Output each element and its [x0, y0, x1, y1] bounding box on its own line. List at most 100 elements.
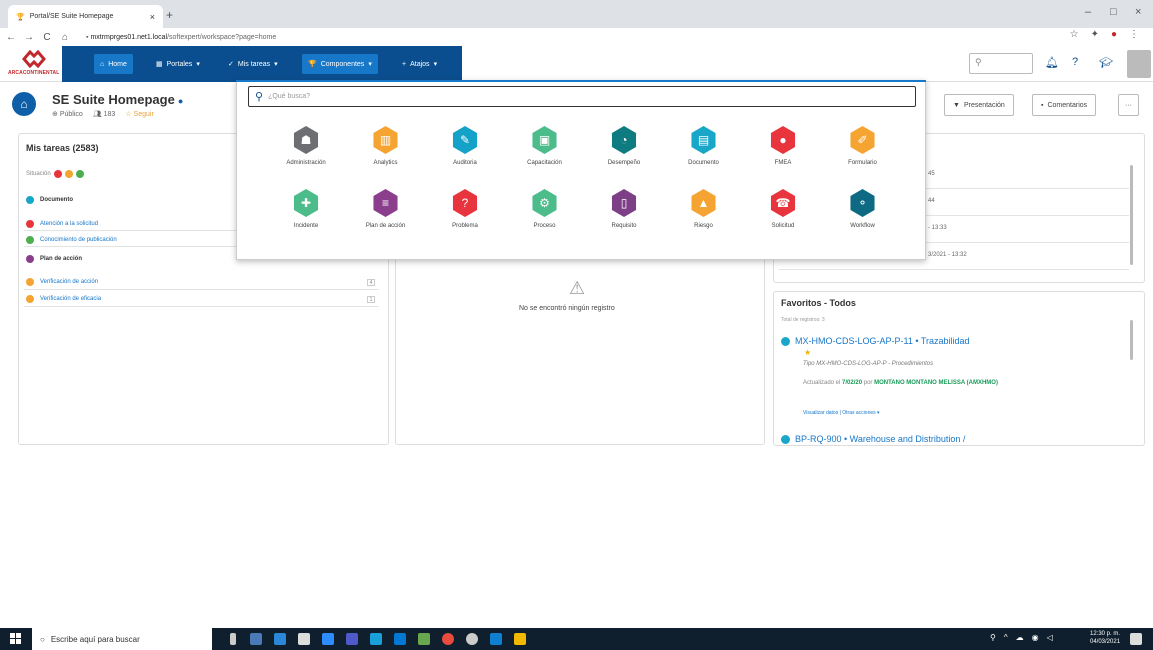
module-requirement[interactable]: ▯ Requisito [582, 189, 666, 229]
task-verificacion-accion[interactable]: Verificación de acción [26, 278, 98, 286]
scrollbar[interactable] [1130, 165, 1133, 265]
star-icon[interactable]: ★ [804, 348, 811, 357]
nav-home[interactable]: ⌂ Home [94, 54, 133, 74]
arca-logo[interactable]: ARCACONTINENTAL [8, 48, 59, 80]
action-plan-icon [26, 255, 34, 263]
module-process[interactable]: ⚙ Proceso [503, 189, 587, 229]
chevron-up-icon[interactable]: ^ [1004, 633, 1008, 642]
divider [24, 289, 379, 290]
module-action-plan[interactable]: ≡ Plan de acción [344, 189, 428, 229]
module-incident[interactable]: ✚ Incidente [264, 189, 348, 229]
task-view-icon[interactable] [250, 633, 262, 645]
module-request[interactable]: ☎ Solicitud [741, 189, 825, 229]
app-icon[interactable] [298, 633, 310, 645]
module-problem[interactable]: ? Problema [423, 189, 507, 229]
nav-portales[interactable]: ▦ Portales ▾ [150, 54, 206, 74]
mail-icon[interactable] [394, 633, 406, 645]
app-icon[interactable] [466, 633, 478, 645]
grid-icon: ▦ [156, 61, 163, 68]
app-icon[interactable] [274, 633, 286, 645]
header-search-input[interactable]: ⚲ [969, 53, 1033, 74]
back-icon[interactable]: ← [4, 32, 18, 43]
help-icon[interactable]: ? [1072, 56, 1078, 68]
more-button[interactable]: ··· [1118, 94, 1139, 116]
module-admin[interactable]: ☗ Administración [264, 126, 348, 166]
module-document[interactable]: ▤ Documento [662, 126, 746, 166]
maximize-button[interactable]: □ [1110, 6, 1117, 18]
scrollbar[interactable] [1130, 320, 1133, 360]
close-window-button[interactable]: × [1135, 6, 1141, 18]
graduation-icon[interactable]: 🎓︎ [1099, 56, 1113, 69]
componentes-search-input[interactable]: ⚲ ¿Qué busca? [248, 86, 916, 107]
status-red-dot[interactable] [53, 170, 62, 178]
chrome-icon[interactable] [442, 633, 454, 645]
info-icon[interactable]: ● [178, 96, 183, 106]
explorer-icon[interactable] [514, 633, 526, 645]
zoom-icon[interactable] [322, 633, 334, 645]
user-avatar[interactable] [1127, 50, 1151, 78]
presentacion-button[interactable]: ▼ Presentación [944, 94, 1014, 116]
module-analytics[interactable]: ▥ Analytics [344, 126, 428, 166]
bell-icon[interactable]: 🔔︎ [1045, 56, 1059, 69]
menu-icon[interactable]: ⋮ [1129, 29, 1139, 40]
favorite-item-link[interactable]: BP-RQ-900 • Warehouse and Distribution / [781, 434, 965, 444]
search-icon: ⚲ [975, 57, 982, 67]
cloud-icon[interactable]: ☁ [1016, 633, 1024, 642]
task-verificacion-eficacia[interactable]: Verificación de eficacia [26, 295, 101, 303]
nav-atajos[interactable]: + Atajos ▾ [396, 54, 443, 74]
status-green-dot[interactable] [75, 170, 84, 178]
group-plan-accion[interactable]: Plan de acción [26, 255, 82, 263]
forward-icon[interactable]: → [22, 32, 36, 43]
module-risk[interactable]: ▲ Riesgo [662, 189, 746, 229]
favorite-item-link[interactable]: MX-HMO-CDS-LOG-AP-P-11 • Trazabilidad [781, 336, 970, 346]
trophy-icon: 🏆 [308, 61, 317, 68]
module-audit[interactable]: ✎ Auditoria [423, 126, 507, 166]
module-performance[interactable]: ◔ Desempeño [582, 126, 666, 166]
favorite-actions[interactable]: Visualizar datos | Otras acciones ▾ [803, 410, 880, 416]
browser-tab[interactable]: 🏆 Portal/SE Suite Homepage × [8, 5, 163, 28]
favoritos-title: Favoritos - Todos [781, 298, 856, 308]
module-label: Incidente [293, 223, 319, 229]
filter-icon: ▼ [953, 101, 960, 109]
module-training[interactable]: ▣ Capacitación [503, 126, 587, 166]
new-tab-button[interactable]: + [166, 8, 173, 22]
analytics-icon: ▥ [373, 126, 398, 154]
teams-icon[interactable] [346, 633, 358, 645]
status-orange-dot[interactable] [64, 170, 73, 178]
windows-start-icon[interactable] [10, 633, 22, 645]
mic-icon[interactable] [230, 633, 236, 645]
fmea-icon: ● [770, 126, 796, 154]
minimize-button[interactable]: – [1085, 6, 1091, 18]
outlook-icon[interactable] [490, 633, 502, 645]
address-bar[interactable]: ▪ mxtrmprges01.net1.local/softexpert/wor… [86, 34, 276, 41]
profile-icon[interactable]: ● [1111, 29, 1117, 40]
network-icon[interactable]: ◉ [1032, 633, 1039, 642]
taskbar-clock[interactable]: 12:30 p. m. 04/03/2021 [1090, 630, 1120, 646]
task-conocimiento[interactable]: Conocimiento de publicación [26, 236, 117, 244]
tab-close-icon[interactable]: × [150, 12, 155, 22]
orange-status-icon [26, 278, 34, 286]
taskbar-search[interactable]: ○ Escribe aquí para buscar [32, 628, 212, 650]
nav-mis-tareas[interactable]: ✓ Mis tareas ▾ [222, 54, 284, 74]
home-icon[interactable]: ⌂ [58, 32, 72, 43]
extensions-icon[interactable]: ✦ [1091, 29, 1099, 40]
comentarios-button[interactable]: ▪ Comentarios [1032, 94, 1097, 116]
nav-componentes[interactable]: 🏆 Componentes ▾ [302, 54, 378, 74]
chevron-down-icon: ▾ [196, 61, 200, 68]
people-icon[interactable]: ⚲ [990, 633, 996, 642]
module-fmea[interactable]: ● FMEA [741, 126, 825, 166]
audit-icon: ✎ [452, 126, 478, 154]
favorite-updated: Actualizado el 7/02/20 por MONTANO MONTA… [803, 380, 998, 386]
task-atencion[interactable]: Atención a la solicitud [26, 220, 98, 228]
app-icon[interactable] [370, 633, 382, 645]
favoritos-total: Total de registros: 3 [781, 317, 825, 323]
follow-button[interactable]: ☆ Seguir [125, 110, 153, 118]
module-workflow[interactable]: ⚬ Workflow [821, 189, 905, 229]
star-icon[interactable]: ☆ [1070, 29, 1079, 40]
group-documento[interactable]: Documento [26, 196, 73, 204]
reload-icon[interactable]: C [40, 32, 54, 43]
module-form[interactable]: ✐ Formulario [821, 126, 905, 166]
notifications-icon[interactable] [1130, 633, 1142, 645]
volume-icon[interactable]: ◁ [1047, 633, 1053, 642]
app-icon[interactable] [418, 633, 430, 645]
